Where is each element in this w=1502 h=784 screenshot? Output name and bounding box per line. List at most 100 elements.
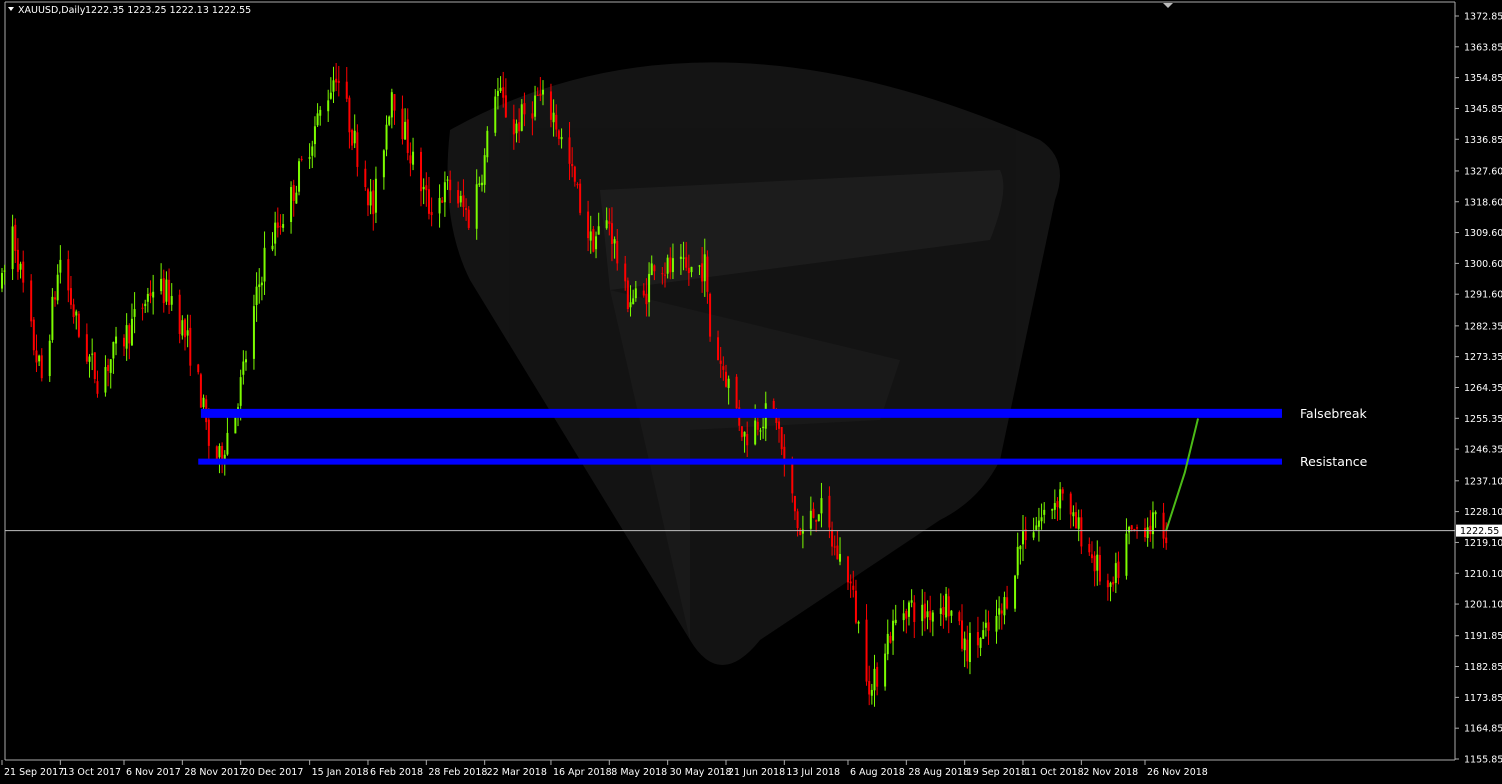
candle-body bbox=[557, 130, 560, 139]
candle-body bbox=[478, 183, 481, 185]
time-axis: 21 Sep 201713 Oct 2017 6 Nov 2017 28 Nov 2… bbox=[1, 760, 1208, 778]
scroll-marker-icon[interactable] bbox=[1163, 3, 1173, 8]
projection-line[interactable] bbox=[1165, 418, 1200, 531]
time-tick-label: 6 Aug 2018 bbox=[850, 767, 905, 778]
time-tick-label: 2 Nov 2018 bbox=[1083, 767, 1138, 778]
candle-body bbox=[122, 337, 125, 347]
candle-body bbox=[966, 639, 969, 662]
price-tick-label: 1345.85 bbox=[1464, 104, 1502, 115]
candle-body bbox=[963, 638, 966, 651]
candle-body bbox=[1072, 512, 1075, 517]
candle-body bbox=[1075, 512, 1078, 529]
candle-body bbox=[16, 249, 19, 272]
candle-body bbox=[512, 119, 515, 135]
price-tick-label: 1327.60 bbox=[1464, 166, 1502, 177]
candle-body bbox=[905, 611, 908, 619]
candle-body bbox=[531, 113, 534, 119]
candle-body bbox=[22, 261, 25, 283]
candle-body bbox=[536, 94, 539, 96]
candle-body bbox=[950, 610, 953, 616]
time-tick-label: 21 Jun 2018 bbox=[728, 767, 785, 778]
level-label-falsebreak: Falsebreak bbox=[1300, 406, 1368, 421]
candle-body bbox=[67, 259, 70, 291]
price-chart[interactable]: Falsebreak Resistance 1372.85 1363.85 1354.… bbox=[0, 0, 1502, 784]
candle-body bbox=[199, 374, 202, 408]
candle-body bbox=[873, 668, 876, 691]
candle-body bbox=[589, 231, 592, 241]
candle-body bbox=[168, 279, 171, 306]
candle-body bbox=[276, 222, 279, 228]
candle-body bbox=[907, 602, 910, 617]
candle-body bbox=[3, 270, 6, 272]
time-tick-label: 28 Aug 2018 bbox=[908, 767, 969, 778]
candle-body bbox=[425, 185, 428, 191]
candle-body bbox=[337, 80, 340, 83]
candle-body bbox=[77, 313, 80, 337]
price-tick-label: 1182.85 bbox=[1464, 662, 1502, 673]
candle-body bbox=[756, 421, 759, 430]
candle-body bbox=[438, 197, 441, 214]
candle-body bbox=[778, 421, 781, 429]
candle-body bbox=[1000, 610, 1003, 614]
price-tick-label: 1372.85 bbox=[1464, 12, 1502, 23]
time-tick-label: 16 Apr 2018 bbox=[553, 767, 612, 778]
candle-body bbox=[242, 361, 245, 375]
candle-body bbox=[1016, 546, 1019, 576]
candle-body bbox=[1162, 512, 1165, 539]
candle-body bbox=[152, 291, 155, 298]
candle-body bbox=[1090, 554, 1093, 559]
candle-body bbox=[931, 612, 934, 622]
candle-body bbox=[1154, 512, 1157, 515]
candle-body bbox=[820, 498, 823, 514]
candle-body bbox=[1128, 527, 1131, 533]
candle-body bbox=[1165, 537, 1168, 544]
candle-body bbox=[759, 430, 762, 432]
candle-body bbox=[926, 611, 929, 618]
candle-body bbox=[571, 164, 574, 167]
candle-body bbox=[815, 519, 818, 522]
candle-body bbox=[743, 431, 746, 437]
candle-body bbox=[467, 209, 470, 228]
price-tick-label: 1164.85 bbox=[1464, 724, 1502, 735]
candle-body bbox=[717, 337, 720, 361]
candle-body bbox=[409, 155, 412, 164]
time-tick-label: 20 Dec 2017 bbox=[243, 767, 304, 778]
candle-body bbox=[613, 239, 616, 244]
candle-body bbox=[40, 355, 43, 379]
time-tick-label: 13 Oct 2017 bbox=[62, 767, 121, 778]
candle-body bbox=[836, 545, 839, 560]
candle-body bbox=[701, 263, 704, 282]
candle-body bbox=[1061, 489, 1064, 494]
level-line-resistance[interactable] bbox=[198, 458, 1282, 465]
candle-body bbox=[587, 211, 590, 239]
candle-body bbox=[388, 116, 391, 125]
triangle-down-icon[interactable] bbox=[8, 7, 14, 11]
candle-body bbox=[1149, 525, 1152, 535]
price-tick-label: 1228.10 bbox=[1464, 507, 1502, 518]
candle-body bbox=[91, 353, 94, 355]
candle-body bbox=[727, 378, 730, 388]
candle-body bbox=[385, 124, 388, 150]
chart-window[interactable]: Falsebreak Resistance 1372.85 1363.85 1354.… bbox=[0, 0, 1502, 784]
candle-body bbox=[258, 284, 261, 288]
time-tick-label: 30 May 2018 bbox=[670, 767, 732, 778]
candle-body bbox=[947, 596, 950, 617]
candle-body bbox=[449, 179, 452, 191]
candle-body bbox=[1051, 509, 1054, 511]
candle-body bbox=[661, 273, 664, 275]
candle-body bbox=[160, 278, 163, 292]
candle-body bbox=[1096, 554, 1099, 571]
candle-body bbox=[929, 610, 932, 621]
candle-body bbox=[462, 195, 465, 208]
candle-body bbox=[666, 257, 669, 274]
candle-body bbox=[610, 223, 613, 245]
time-tick-label: 21 Sep 2017 bbox=[4, 767, 64, 778]
level-line-falsebreak[interactable] bbox=[200, 408, 1282, 418]
candle-body bbox=[984, 622, 987, 628]
candle-body bbox=[523, 103, 526, 115]
candle-body bbox=[703, 254, 706, 282]
candle-body bbox=[634, 288, 637, 299]
candle-body bbox=[494, 96, 497, 133]
candle-body bbox=[14, 224, 17, 251]
candle-body bbox=[279, 225, 282, 228]
